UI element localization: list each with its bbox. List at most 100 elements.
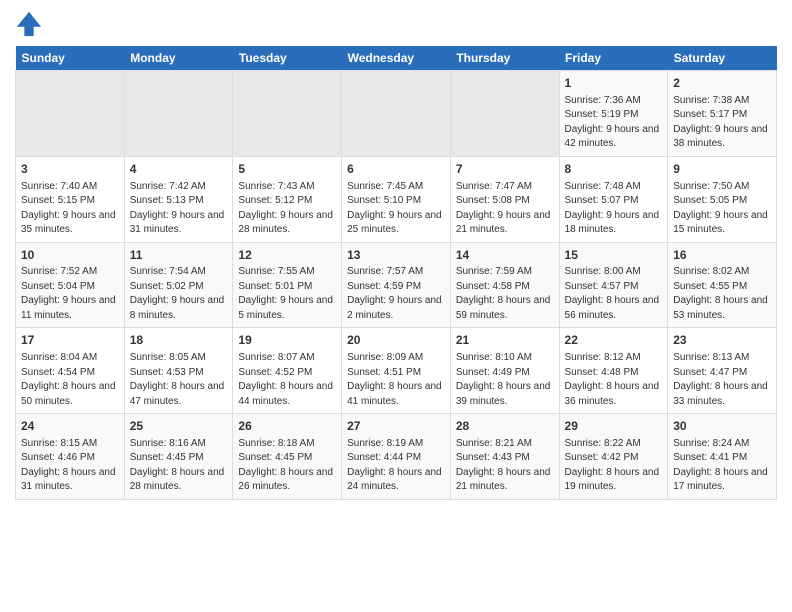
- day-info: Sunrise: 8:07 AM Sunset: 4:52 PM Dayligh…: [238, 351, 336, 409]
- day-number: 16: [673, 247, 771, 264]
- table-row: 14Sunrise: 7:59 AM Sunset: 4:58 PM Dayli…: [450, 242, 559, 328]
- day-number: 30: [673, 418, 771, 435]
- day-number: 21: [456, 332, 554, 349]
- day-number: 8: [565, 161, 663, 178]
- header-wednesday: Wednesday: [342, 46, 451, 71]
- table-row: 30 Sunrise: 8:24 AM Sunset: 4:41 PM Dayli…: [668, 414, 777, 500]
- day-info: Sunrise: 8:02 AM Sunset: 4:55 PM Dayligh…: [673, 265, 771, 323]
- day-number: 9: [673, 161, 771, 178]
- day-info: Sunrise: 8:24 AM Sunset: 4:41 PM Dayligh…: [673, 437, 771, 495]
- table-row: 7 Sunrise: 7:47 AM Sunset: 5:08 PM Daylig…: [450, 156, 559, 242]
- table-row: [450, 71, 559, 157]
- day-info: Sunrise: 8:19 AM Sunset: 4:44 PM Dayligh…: [347, 437, 445, 495]
- day-number: 18: [130, 332, 228, 349]
- calendar-table: SundayMondayTuesdayWednesdayThursdayFrid…: [15, 46, 777, 500]
- day-info: Sunrise: 7:55 AM Sunset: 5:01 PM Dayligh…: [238, 265, 336, 323]
- day-number: 7: [456, 161, 554, 178]
- page-header: [15, 10, 777, 38]
- table-row: 16Sunrise: 8:02 AM Sunset: 4:55 PM Dayli…: [668, 242, 777, 328]
- table-row: 9 Sunrise: 7:50 AM Sunset: 5:05 PM Daylig…: [668, 156, 777, 242]
- day-info: Sunrise: 7:40 AM Sunset: 5:15 PM Dayligh…: [21, 180, 119, 238]
- day-number: 2: [673, 75, 771, 92]
- table-row: 19 Sunrise: 8:07 AM Sunset: 4:52 PM Dayli…: [233, 328, 342, 414]
- day-info: Sunrise: 7:57 AM Sunset: 4:59 PM Dayligh…: [347, 265, 445, 323]
- day-info: Sunrise: 8:21 AM Sunset: 4:43 PM Dayligh…: [456, 437, 554, 495]
- table-row: 8 Sunrise: 7:48 AM Sunset: 5:07 PM Daylig…: [559, 156, 668, 242]
- day-info: Sunrise: 7:50 AM Sunset: 5:05 PM Dayligh…: [673, 180, 771, 238]
- day-info: Sunrise: 7:54 AM Sunset: 5:02 PM Dayligh…: [130, 265, 228, 323]
- day-number: 12: [238, 247, 336, 264]
- table-row: 20Sunrise: 8:09 AM Sunset: 4:51 PM Dayli…: [342, 328, 451, 414]
- table-row: 15Sunrise: 8:00 AM Sunset: 4:57 PM Dayli…: [559, 242, 668, 328]
- day-number: 10: [21, 247, 119, 264]
- table-row: [342, 71, 451, 157]
- day-number: 28: [456, 418, 554, 435]
- day-info: Sunrise: 7:45 AM Sunset: 5:10 PM Dayligh…: [347, 180, 445, 238]
- table-row: 2 Sunrise: 7:38 AM Sunset: 5:17 PM Daylig…: [668, 71, 777, 157]
- day-info: Sunrise: 7:48 AM Sunset: 5:07 PM Dayligh…: [565, 180, 663, 238]
- day-number: 19: [238, 332, 336, 349]
- day-info: Sunrise: 7:36 AM Sunset: 5:19 PM Dayligh…: [565, 94, 663, 152]
- table-row: 23Sunrise: 8:13 AM Sunset: 4:47 PM Dayli…: [668, 328, 777, 414]
- day-number: 24: [21, 418, 119, 435]
- day-number: 15: [565, 247, 663, 264]
- table-row: 25 Sunrise: 8:16 AM Sunset: 4:45 PM Dayli…: [124, 414, 233, 500]
- day-info: Sunrise: 8:15 AM Sunset: 4:46 PM Dayligh…: [21, 437, 119, 495]
- day-number: 17: [21, 332, 119, 349]
- logo: [15, 10, 47, 38]
- day-info: Sunrise: 8:18 AM Sunset: 4:45 PM Dayligh…: [238, 437, 336, 495]
- day-number: 14: [456, 247, 554, 264]
- day-info: Sunrise: 7:42 AM Sunset: 5:13 PM Dayligh…: [130, 180, 228, 238]
- calendar-header-row: SundayMondayTuesdayWednesdayThursdayFrid…: [16, 46, 777, 71]
- day-info: Sunrise: 8:00 AM Sunset: 4:57 PM Dayligh…: [565, 265, 663, 323]
- table-row: [233, 71, 342, 157]
- week-row-5: 24 Sunrise: 8:15 AM Sunset: 4:46 PM Dayli…: [16, 414, 777, 500]
- table-row: 4 Sunrise: 7:42 AM Sunset: 5:13 PM Daylig…: [124, 156, 233, 242]
- day-info: Sunrise: 7:52 AM Sunset: 5:04 PM Dayligh…: [21, 265, 119, 323]
- day-info: Sunrise: 7:38 AM Sunset: 5:17 PM Dayligh…: [673, 94, 771, 152]
- table-row: 21 Sunrise: 8:10 AM Sunset: 4:49 PM Dayli…: [450, 328, 559, 414]
- day-number: 4: [130, 161, 228, 178]
- table-row: [16, 71, 125, 157]
- table-row: 26 Sunrise: 8:18 AM Sunset: 4:45 PM Dayli…: [233, 414, 342, 500]
- day-info: Sunrise: 8:16 AM Sunset: 4:45 PM Dayligh…: [130, 437, 228, 495]
- table-row: 28 Sunrise: 8:21 AM Sunset: 4:43 PM Dayli…: [450, 414, 559, 500]
- table-row: 13Sunrise: 7:57 AM Sunset: 4:59 PM Dayli…: [342, 242, 451, 328]
- table-row: 27 Sunrise: 8:19 AM Sunset: 4:44 PM Dayli…: [342, 414, 451, 500]
- header-saturday: Saturday: [668, 46, 777, 71]
- day-number: 22: [565, 332, 663, 349]
- header-friday: Friday: [559, 46, 668, 71]
- header-tuesday: Tuesday: [233, 46, 342, 71]
- table-row: 17 Sunrise: 8:04 AM Sunset: 4:54 PM Dayli…: [16, 328, 125, 414]
- header-monday: Monday: [124, 46, 233, 71]
- table-row: 5Sunrise: 7:43 AM Sunset: 5:12 PM Daylig…: [233, 156, 342, 242]
- day-number: 27: [347, 418, 445, 435]
- day-info: Sunrise: 8:13 AM Sunset: 4:47 PM Dayligh…: [673, 351, 771, 409]
- header-thursday: Thursday: [450, 46, 559, 71]
- day-info: Sunrise: 8:22 AM Sunset: 4:42 PM Dayligh…: [565, 437, 663, 495]
- table-row: [124, 71, 233, 157]
- day-info: Sunrise: 7:59 AM Sunset: 4:58 PM Dayligh…: [456, 265, 554, 323]
- day-number: 29: [565, 418, 663, 435]
- table-row: 24 Sunrise: 8:15 AM Sunset: 4:46 PM Dayli…: [16, 414, 125, 500]
- day-number: 3: [21, 161, 119, 178]
- logo-icon: [15, 10, 43, 38]
- week-row-4: 17 Sunrise: 8:04 AM Sunset: 4:54 PM Dayli…: [16, 328, 777, 414]
- week-row-1: 1 Sunrise: 7:36 AM Sunset: 5:19 PM Daylig…: [16, 71, 777, 157]
- table-row: 12Sunrise: 7:55 AM Sunset: 5:01 PM Dayli…: [233, 242, 342, 328]
- table-row: 6Sunrise: 7:45 AM Sunset: 5:10 PM Daylig…: [342, 156, 451, 242]
- week-row-3: 10Sunrise: 7:52 AM Sunset: 5:04 PM Dayli…: [16, 242, 777, 328]
- day-info: Sunrise: 7:47 AM Sunset: 5:08 PM Dayligh…: [456, 180, 554, 238]
- day-info: Sunrise: 8:04 AM Sunset: 4:54 PM Dayligh…: [21, 351, 119, 409]
- week-row-2: 3 Sunrise: 7:40 AM Sunset: 5:15 PM Daylig…: [16, 156, 777, 242]
- day-info: Sunrise: 8:05 AM Sunset: 4:53 PM Dayligh…: [130, 351, 228, 409]
- day-number: 26: [238, 418, 336, 435]
- day-number: 25: [130, 418, 228, 435]
- day-number: 11: [130, 247, 228, 264]
- table-row: 10Sunrise: 7:52 AM Sunset: 5:04 PM Dayli…: [16, 242, 125, 328]
- day-info: Sunrise: 8:10 AM Sunset: 4:49 PM Dayligh…: [456, 351, 554, 409]
- day-number: 5: [238, 161, 336, 178]
- table-row: 11Sunrise: 7:54 AM Sunset: 5:02 PM Dayli…: [124, 242, 233, 328]
- day-number: 1: [565, 75, 663, 92]
- table-row: 29 Sunrise: 8:22 AM Sunset: 4:42 PM Dayli…: [559, 414, 668, 500]
